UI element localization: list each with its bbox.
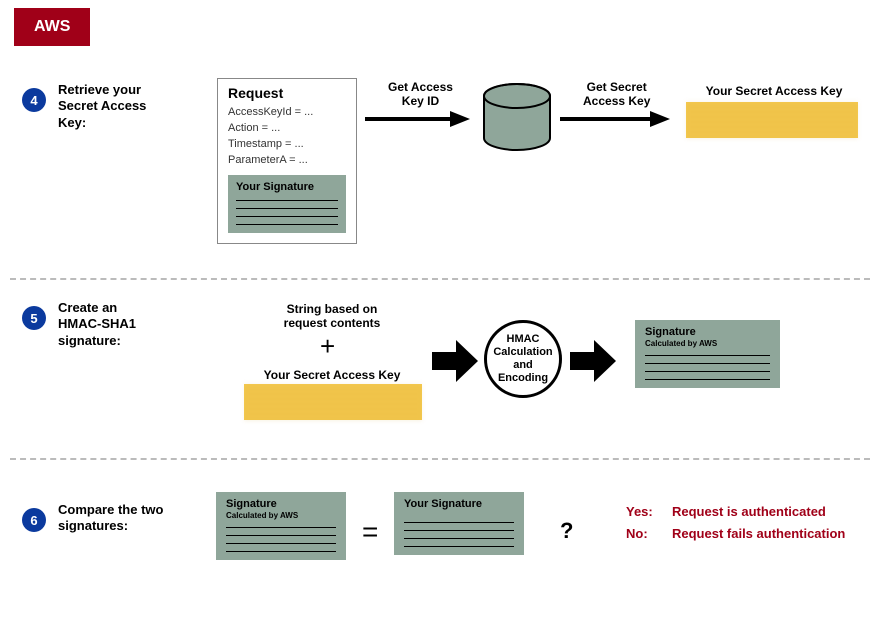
your-signature-box: Your Signature — [228, 175, 346, 233]
your-signature-title: Your Signature — [404, 498, 514, 510]
database-icon — [480, 82, 554, 154]
step-5-label: Create an HMAC-SHA1 signature: — [58, 300, 136, 349]
signature-calculated-box: Signature Calculated by AWS — [216, 492, 346, 560]
no-text: Request fails authentication — [672, 526, 845, 541]
arrow-icon — [570, 338, 616, 384]
signature-lines — [226, 527, 336, 552]
yes-label: Yes: — [626, 504, 653, 519]
arrow-icon — [560, 109, 670, 129]
hmac-circle: HMAC Calculation and Encoding — [484, 320, 562, 398]
step-6-label: Compare the two signatures: — [58, 502, 163, 535]
get-access-key-id-label: Get Access Key ID — [388, 80, 453, 109]
step-4-circle: 4 — [22, 88, 46, 112]
signature-calculated-box: Signature Calculated by AWS — [635, 320, 780, 388]
request-line: Timestamp = ... — [228, 137, 346, 153]
aws-badge: AWS — [14, 8, 90, 46]
signature-sub: Calculated by AWS — [645, 339, 770, 348]
secret-access-key-box — [244, 384, 422, 420]
question-mark: ? — [560, 518, 573, 544]
string-based-on-label: String based on request contents — [262, 302, 402, 331]
divider — [10, 278, 870, 280]
request-line: Action = ... — [228, 121, 346, 137]
signature-lines — [404, 522, 514, 547]
request-line: AccessKeyId = ... — [228, 105, 346, 121]
signature-sub: Calculated by AWS — [226, 511, 336, 520]
request-line: ParameterA = ... — [228, 153, 346, 169]
your-secret-access-key-label: Your Secret Access Key — [262, 368, 402, 382]
divider — [10, 458, 870, 460]
signature-title: Signature — [226, 498, 336, 510]
equals-icon: = — [362, 516, 378, 548]
step-6-circle: 6 — [22, 508, 46, 532]
your-signature-title: Your Signature — [236, 181, 338, 193]
step-5-circle: 5 — [22, 306, 46, 330]
arrow-icon — [432, 338, 478, 384]
signature-lines — [236, 200, 338, 225]
signature-lines — [645, 355, 770, 380]
secret-access-key-box — [686, 102, 858, 138]
no-label: No: — [626, 526, 648, 541]
your-signature-box: Your Signature — [394, 492, 524, 555]
get-secret-access-key-label: Get Secret Access Key — [583, 80, 650, 109]
yes-text: Request is authenticated — [672, 504, 826, 519]
request-title: Request — [228, 85, 346, 101]
arrow-icon — [365, 109, 470, 129]
step-4-label: Retrieve your Secret Access Key: — [58, 82, 146, 131]
signature-title: Signature — [645, 326, 770, 338]
plus-icon: + — [320, 331, 335, 362]
request-box: Request AccessKeyId = ... Action = ... T… — [217, 78, 357, 244]
your-secret-access-key-label: Your Secret Access Key — [694, 84, 854, 98]
